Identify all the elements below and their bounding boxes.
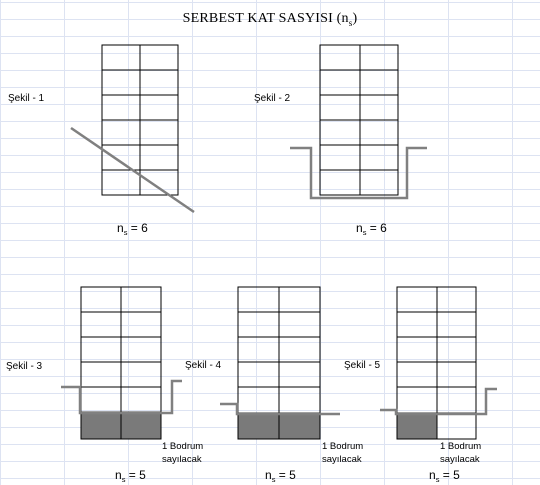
figure-2-ground-pit xyxy=(290,146,427,200)
figure-4-note-line2: sayılacak xyxy=(322,454,362,465)
figure-5: Şekil - 5 1 Bodrum sayılacak ns = 5 xyxy=(344,286,497,484)
figure-1-building xyxy=(101,44,179,196)
figure-3: Şekil - 3 1 Bodrum sayılacak ns = 5 xyxy=(6,286,203,484)
figure-2-building xyxy=(319,44,399,196)
figure-3-note-line1: 1 Bodrum xyxy=(162,441,203,452)
figure-4-label: Şekil - 4 xyxy=(185,360,222,371)
figure-1: Şekil - 1 ns = 6 xyxy=(8,44,195,237)
figure-1-label: Şekil - 1 xyxy=(8,93,45,104)
figure-5-note-line2: sayılacak xyxy=(440,454,480,465)
figure-3-ns-value: ns = 5 xyxy=(115,468,146,484)
figure-4: Şekil - 4 1 Bodrum sayılacak ns = 5 xyxy=(185,286,363,484)
figure-5-basement xyxy=(397,413,437,439)
figure-5-ns-value: ns = 5 xyxy=(429,468,460,484)
figure-1-ns-value: ns = 6 xyxy=(117,221,148,237)
figure-4-ns-value: ns = 5 xyxy=(265,468,296,484)
figure-2: Şekil - 2 ns = 6 xyxy=(254,44,427,237)
figure-3-label: Şekil - 3 xyxy=(6,361,43,372)
figure-4-note-line1: 1 Bodrum xyxy=(322,441,363,452)
figure-5-ground xyxy=(380,387,497,416)
building-diagrams: Şekil - 1 ns = 6 Şekil - 2 ns = 6 Şekil … xyxy=(6,44,497,484)
figure-5-note-line1: 1 Bodrum xyxy=(440,441,481,452)
figure-2-label: Şekil - 2 xyxy=(254,93,291,104)
figure-2-ns-value: ns = 6 xyxy=(356,221,387,237)
figure-5-label: Şekil - 5 xyxy=(344,360,381,371)
figure-3-note-line2: sayılacak xyxy=(162,454,202,465)
